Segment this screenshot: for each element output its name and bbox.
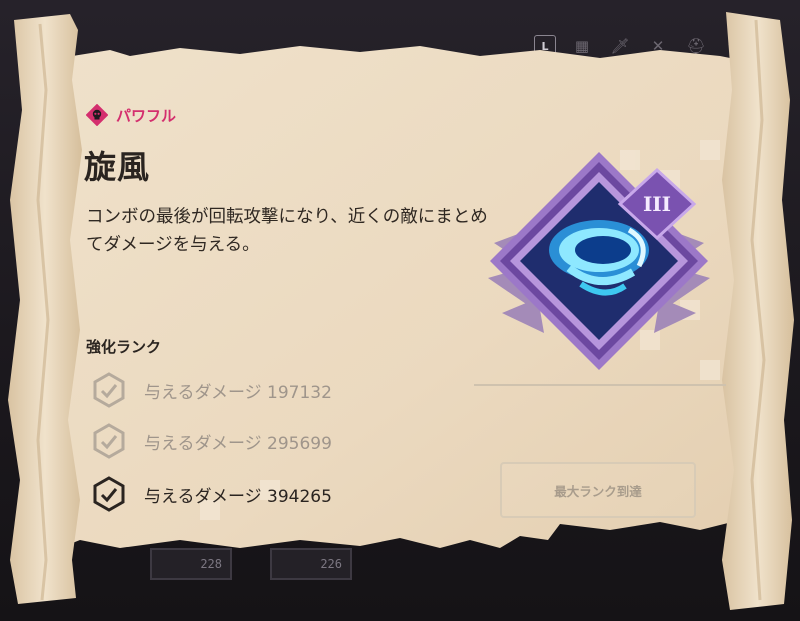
enchant-description: コンボの最後が回転攻撃になり、近くの敵にまとめてダメージを与える。 bbox=[86, 207, 488, 255]
rank-heading: 強化ランク bbox=[86, 338, 162, 356]
enchant-title: 旋風 bbox=[84, 148, 151, 186]
enchant-category: パワフル bbox=[86, 104, 176, 126]
divider bbox=[474, 384, 726, 386]
rank-check-icon bbox=[93, 423, 125, 459]
max-rank-label: 最大ランク到達 bbox=[554, 483, 642, 499]
rank-check-icon bbox=[93, 372, 125, 408]
tier-label: III bbox=[643, 192, 671, 216]
max-rank-button[interactable]: 最大ランク到達 bbox=[500, 462, 696, 518]
rank-row-current: 与えるダメージ 394265 bbox=[92, 476, 332, 512]
category-label: パワフル bbox=[116, 106, 177, 125]
rank-check-icon bbox=[93, 476, 125, 512]
rank-text: 与えるダメージ 394265 bbox=[144, 486, 332, 507]
rank-text: 与えるダメージ 295699 bbox=[144, 433, 332, 454]
enchant-emblem: III bbox=[488, 152, 710, 370]
enchantment-detail-panel: パワフル 旋風 コンボの最後が回転攻撃になり、近くの敵にまとめてダメージを与える… bbox=[0, 0, 800, 621]
rank-row: 与えるダメージ 197132 bbox=[92, 372, 332, 408]
rank-row: 与えるダメージ 295699 bbox=[92, 423, 332, 459]
skull-category-icon bbox=[86, 104, 108, 126]
rank-text: 与えるダメージ 197132 bbox=[144, 382, 332, 403]
